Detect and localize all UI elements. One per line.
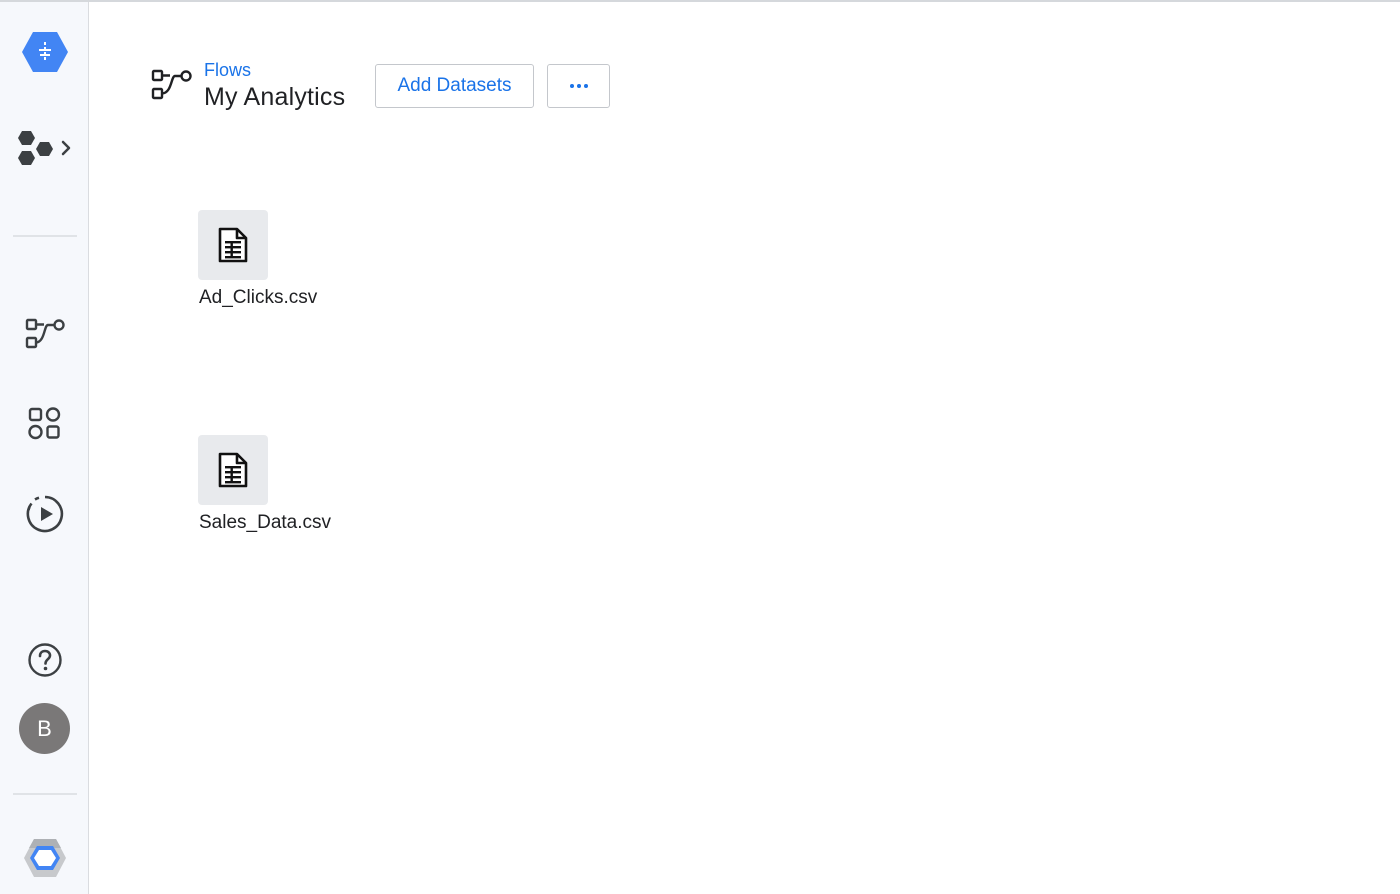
dataset-tile[interactable] [198, 210, 268, 280]
dataset-tile[interactable] [198, 435, 268, 505]
csv-file-icon [218, 227, 248, 263]
flow-header-icon [150, 68, 194, 109]
csv-file-icon [218, 452, 248, 488]
dataset-name: Sales_Data.csv [199, 512, 332, 533]
flows-icon[interactable] [24, 317, 66, 353]
sidebar-divider [13, 235, 77, 237]
app-logo-icon[interactable] [21, 30, 69, 74]
breadcrumb-flows-link[interactable]: Flows [204, 60, 251, 81]
project-switcher-icon[interactable] [16, 128, 78, 170]
user-avatar[interactable]: B [19, 703, 70, 754]
library-icon[interactable] [26, 405, 64, 443]
dataset-name: Ad_Clicks.csv [199, 287, 318, 308]
page-title: My Analytics [204, 83, 346, 111]
more-options-button[interactable] [547, 64, 610, 108]
dataset-node[interactable]: Sales_Data.csv [198, 435, 398, 545]
add-datasets-button[interactable]: Add Datasets [375, 64, 534, 108]
more-horiz-icon [569, 84, 588, 88]
dataset-node[interactable]: Ad_Clicks.csv [198, 210, 398, 320]
help-icon[interactable] [26, 641, 64, 679]
sidebar-divider [13, 793, 77, 795]
jobs-icon[interactable] [24, 493, 66, 535]
google-cloud-hex-icon[interactable] [23, 838, 67, 878]
window-top-border [0, 0, 1400, 2]
sidebar: B [0, 2, 89, 894]
